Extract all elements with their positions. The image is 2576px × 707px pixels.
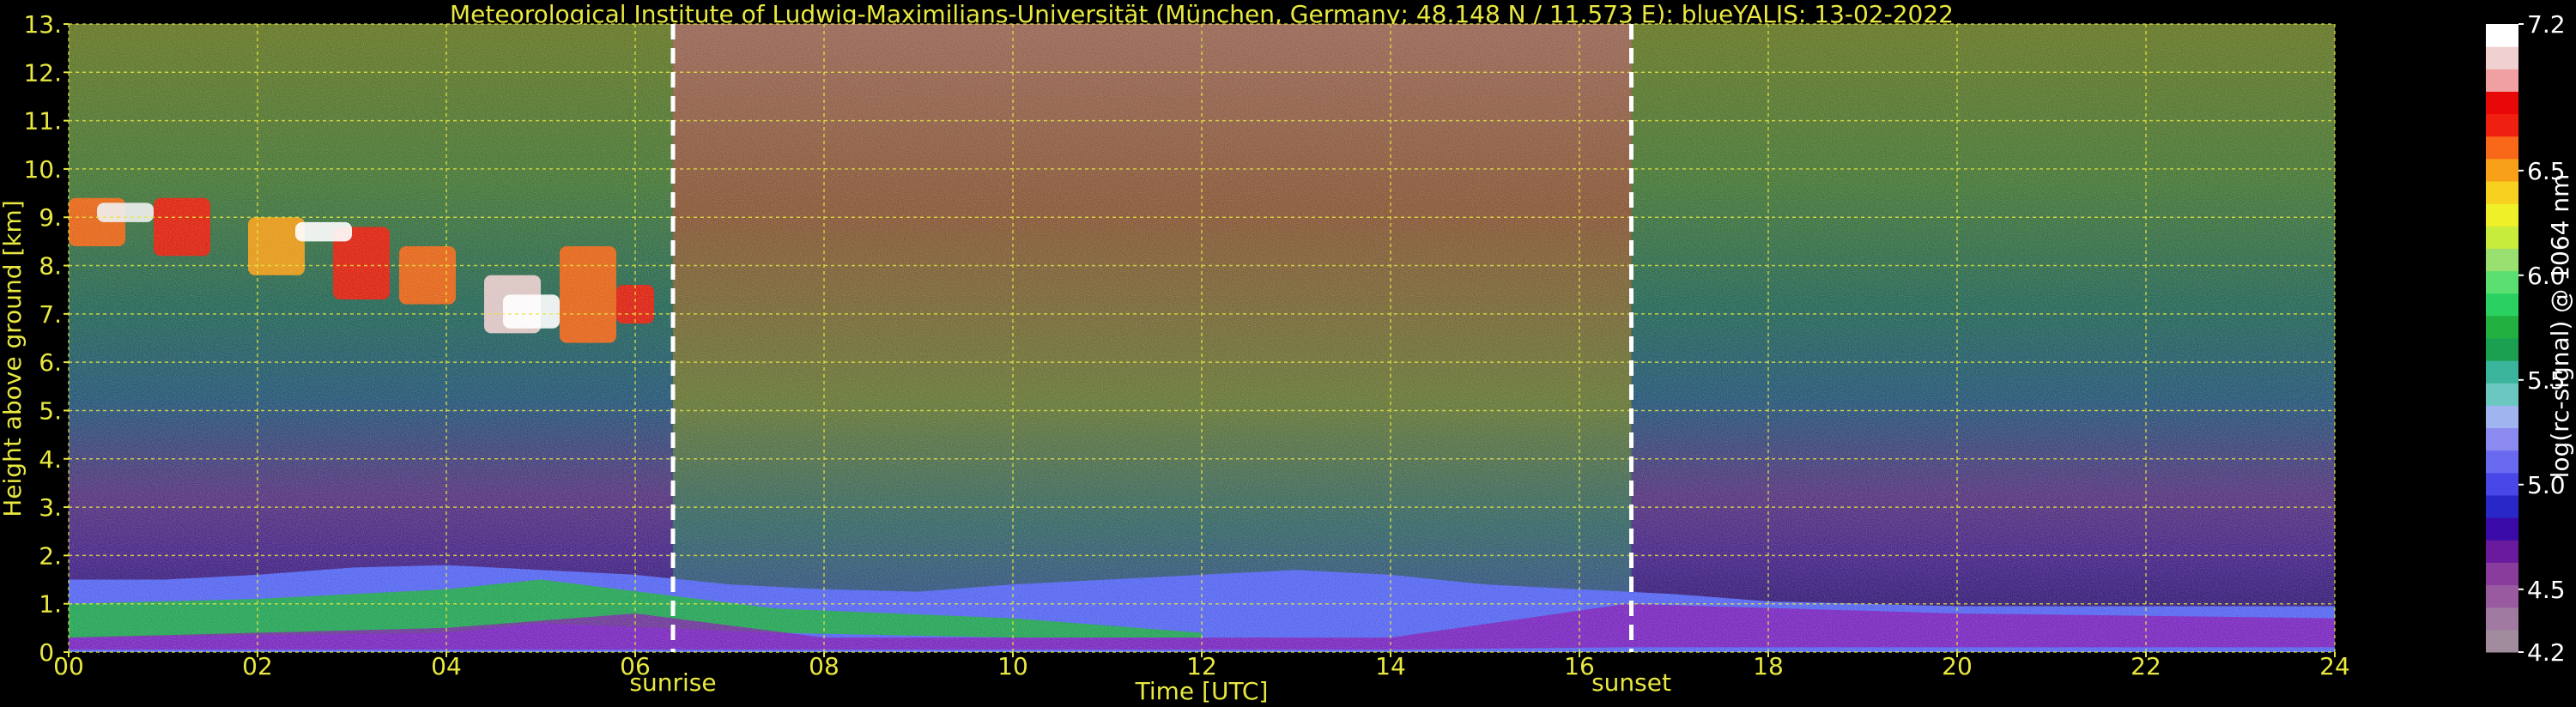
x-tick-label-9: 18 bbox=[1753, 652, 1784, 680]
colorbar-segment-14 bbox=[2486, 315, 2518, 339]
colorbar-segment-27 bbox=[2486, 24, 2518, 47]
colorbar-segment-13 bbox=[2486, 338, 2518, 361]
y-tick-label-12: 12. bbox=[23, 58, 62, 87]
y-tick-label-10: 10. bbox=[23, 155, 62, 184]
x-tick-label-5: 10 bbox=[997, 652, 1028, 680]
colorbar-segment-3 bbox=[2486, 562, 2518, 586]
y-tick-label-11: 11. bbox=[23, 107, 62, 136]
y-tick-label-1: 1. bbox=[39, 590, 62, 619]
y-tick-label-4: 4. bbox=[39, 445, 62, 474]
colorbar-segment-11 bbox=[2486, 383, 2518, 406]
colorbar-segment-0 bbox=[2486, 629, 2518, 653]
colorbar-segment-9 bbox=[2486, 427, 2518, 451]
x-tick-label-1: 02 bbox=[242, 652, 273, 680]
colorbar-segment-17 bbox=[2486, 248, 2518, 272]
colorbar-segment-8 bbox=[2486, 450, 2518, 474]
colorbar-segment-22 bbox=[2486, 136, 2518, 160]
y-axis-label: Height above ground [km] bbox=[0, 200, 27, 517]
colorbar-label: log(rc-signal) @ 1064 nm bbox=[2546, 174, 2574, 479]
colorbar-segment-10 bbox=[2486, 405, 2518, 429]
colorbar-segment-16 bbox=[2486, 270, 2518, 294]
x-tick-label-3: 06 bbox=[620, 652, 651, 680]
x-tick-label-10: 20 bbox=[1942, 652, 1973, 680]
x-tick-label-12: 24 bbox=[2319, 652, 2350, 680]
y-tick-label-7: 7. bbox=[39, 300, 62, 329]
colorbar-segment-23 bbox=[2486, 113, 2518, 137]
colorbar-segment-4 bbox=[2486, 540, 2518, 563]
y-tick-label-5: 5. bbox=[39, 396, 62, 425]
colorbar-segment-21 bbox=[2486, 158, 2518, 182]
colorbar-segment-19 bbox=[2486, 203, 2518, 227]
colorbar-segment-24 bbox=[2486, 91, 2518, 115]
y-axis-ticks: 0.1.2.3.4.5.6.7.8.9.10.11.12.13. bbox=[23, 10, 69, 667]
x-tick-label-8: 16 bbox=[1564, 652, 1595, 680]
y-tick-label-6: 6. bbox=[39, 348, 62, 377]
colorbar-tick-label-6: 7.2 bbox=[2527, 10, 2566, 39]
colorbar-segment-2 bbox=[2486, 584, 2518, 608]
colorbar-tick-label-1: 4.5 bbox=[2527, 576, 2566, 604]
plot-area bbox=[69, 24, 2335, 652]
colorbar-segment-7 bbox=[2486, 472, 2518, 496]
colorbar-segment-5 bbox=[2486, 517, 2518, 541]
x-tick-label-7: 14 bbox=[1375, 652, 1406, 680]
colorbar-segment-18 bbox=[2486, 226, 2518, 249]
colorbar-segment-26 bbox=[2486, 46, 2518, 69]
colorbar-segment-1 bbox=[2486, 607, 2518, 631]
signal-noise bbox=[69, 24, 2335, 652]
colorbar-segment-6 bbox=[2486, 495, 2518, 518]
x-axis-label: Time [UTC] bbox=[1135, 677, 1269, 705]
colorbar-segment-15 bbox=[2486, 293, 2518, 317]
x-tick-label-11: 22 bbox=[2131, 652, 2161, 680]
event-label-sunset: sunset bbox=[1591, 668, 1671, 697]
colorbar-segment-12 bbox=[2486, 360, 2518, 384]
x-tick-label-4: 08 bbox=[809, 652, 839, 680]
y-tick-label-8: 8. bbox=[39, 252, 62, 281]
colorbar-segment-25 bbox=[2486, 69, 2518, 92]
y-tick-label-2: 2. bbox=[39, 541, 62, 570]
lidar-chart: Meteorological Institute of Ludwig-Maxim… bbox=[0, 0, 2574, 705]
y-tick-label-9: 9. bbox=[39, 203, 62, 232]
x-tick-label-0: 00 bbox=[53, 652, 84, 680]
y-tick-label-13: 13. bbox=[23, 10, 62, 39]
colorbar bbox=[2486, 24, 2518, 653]
colorbar-segment-20 bbox=[2486, 181, 2518, 204]
colorbar-tick-label-0: 4.2 bbox=[2527, 638, 2566, 667]
y-tick-label-3: 3. bbox=[39, 493, 62, 522]
x-tick-label-2: 04 bbox=[431, 652, 462, 680]
